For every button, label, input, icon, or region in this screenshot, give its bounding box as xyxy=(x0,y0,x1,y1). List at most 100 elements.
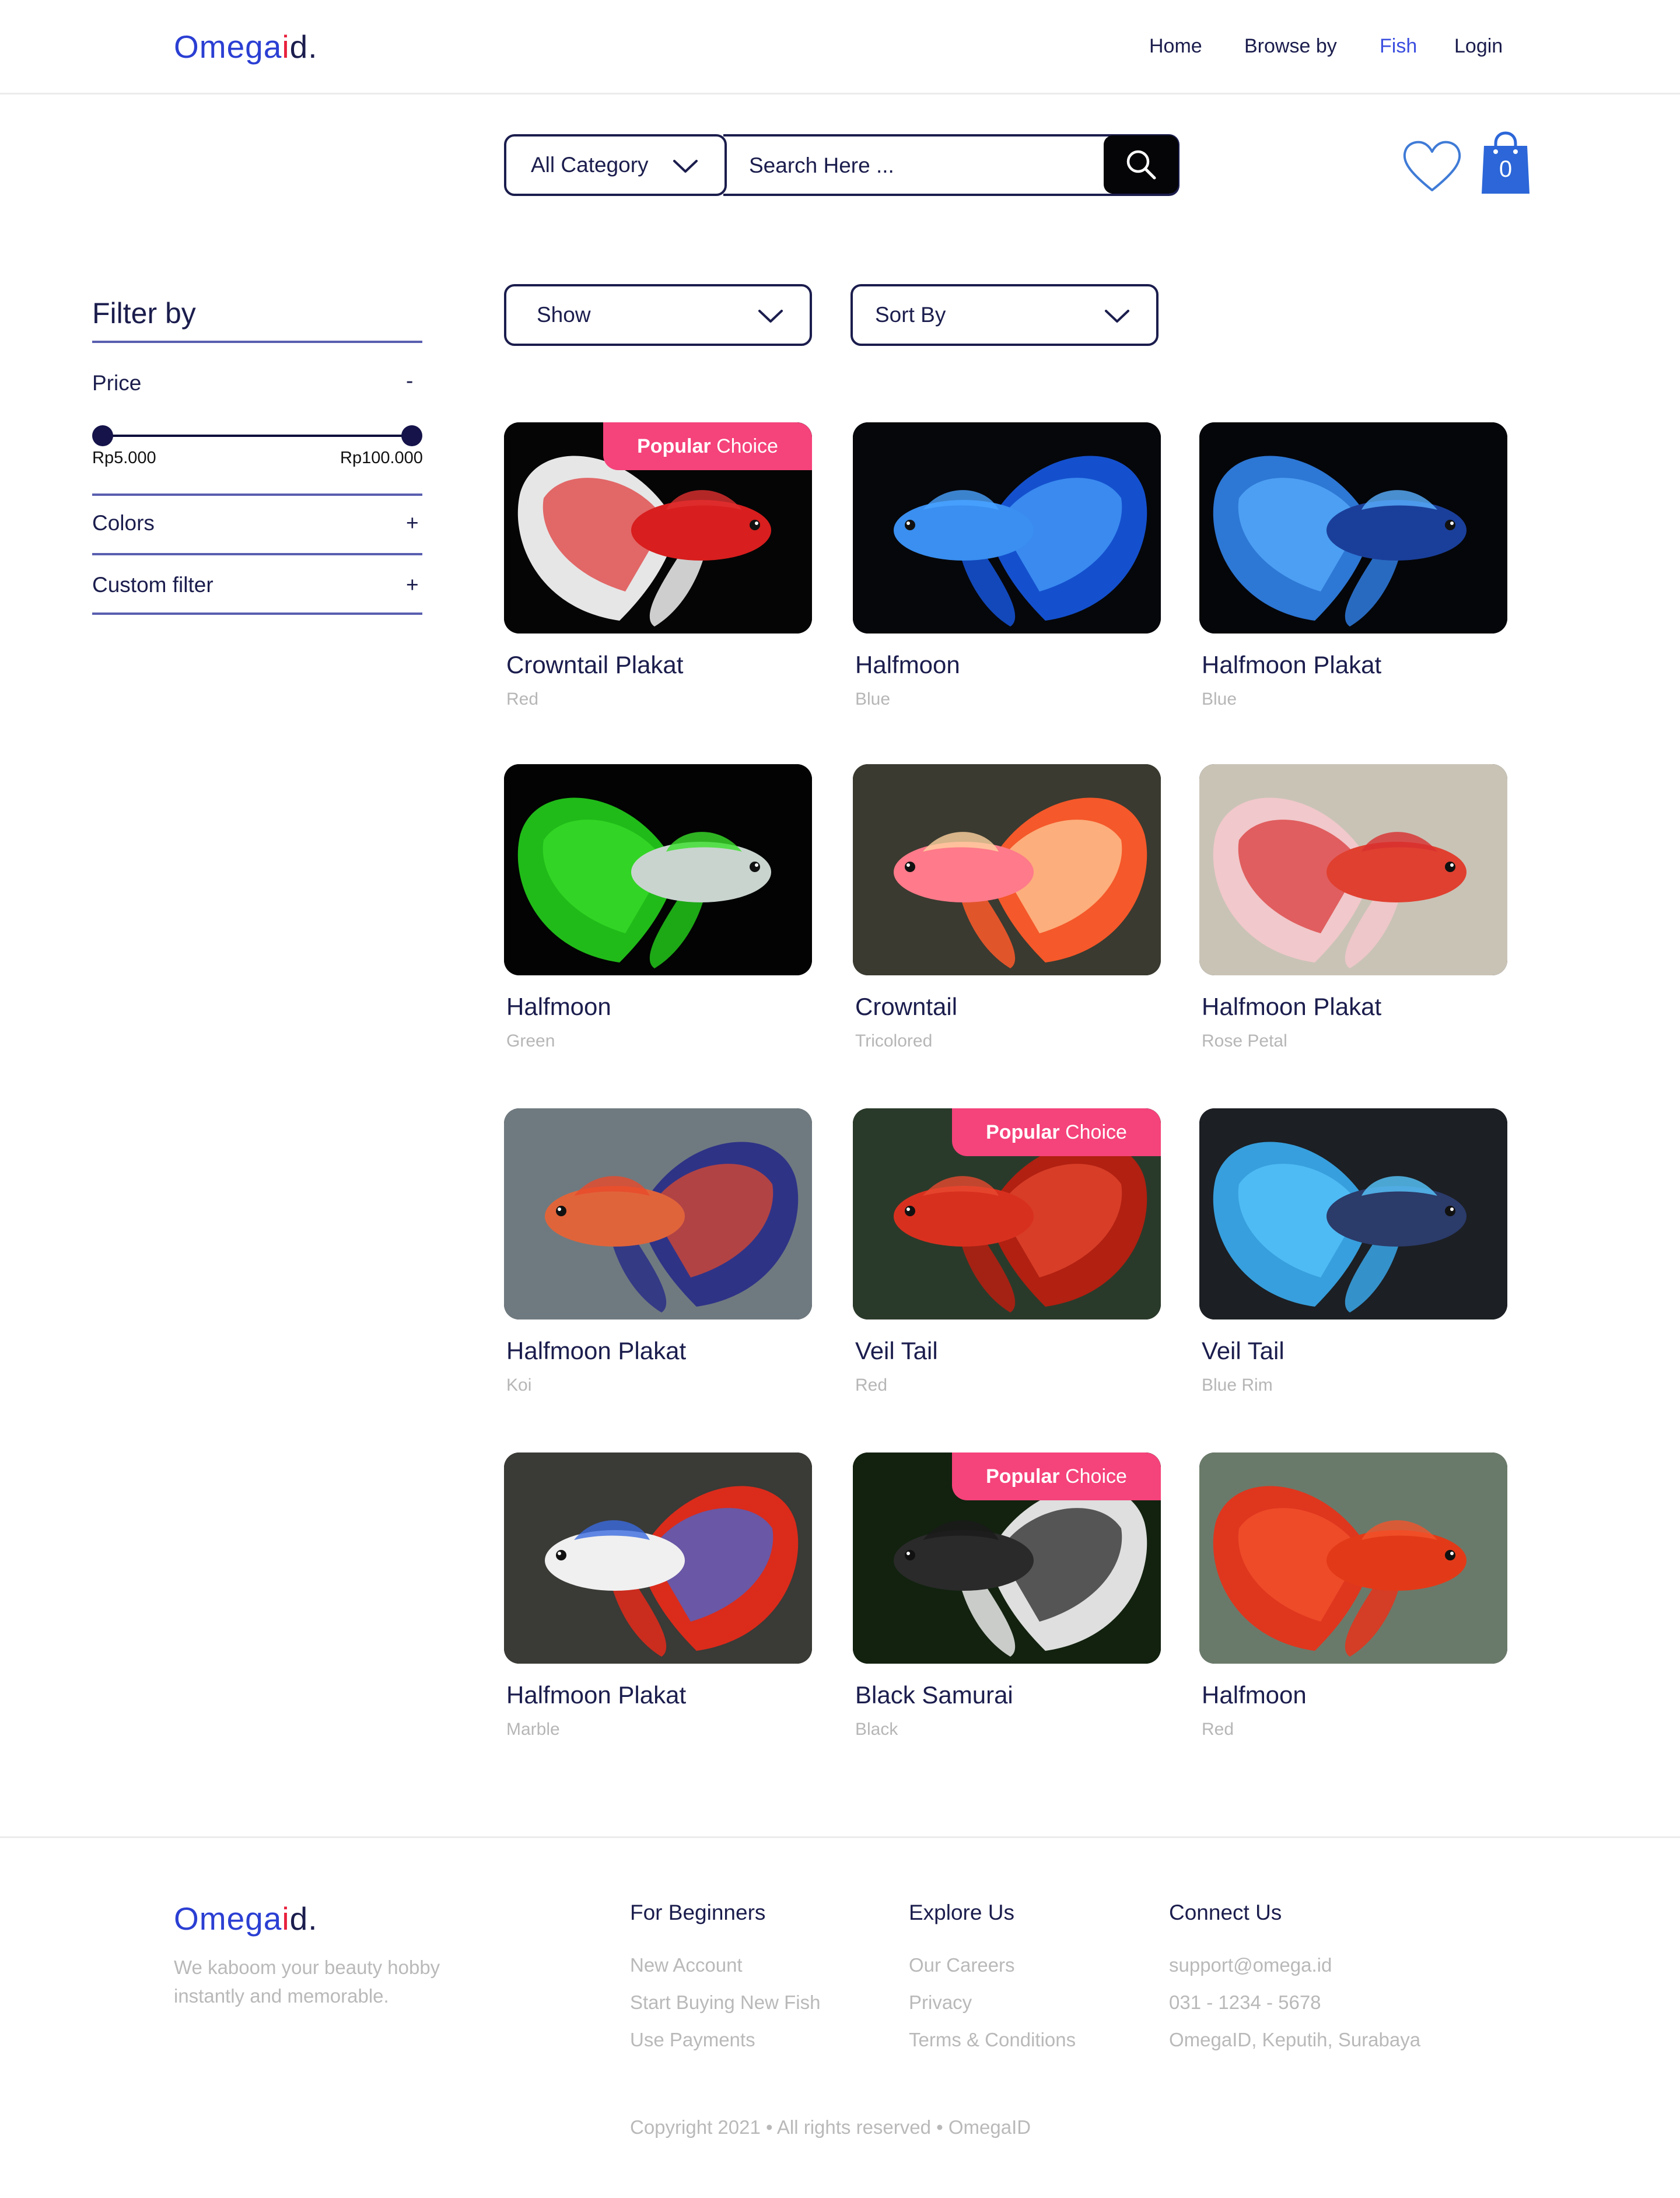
footer-brand-logo[interactable]: Omegaid. xyxy=(174,1900,317,1937)
footer-link-use-payments[interactable]: Use Payments xyxy=(630,2029,755,2051)
product-name[interactable]: Veil Tail xyxy=(855,1337,938,1365)
product-image-frame[interactable]: Popular Choice xyxy=(853,1108,1161,1320)
divider xyxy=(92,341,422,343)
chevron-down-icon xyxy=(758,310,783,323)
colors-filter-label[interactable]: Colors xyxy=(92,511,155,536)
product-name[interactable]: Black Samurai xyxy=(855,1681,1013,1709)
product-card[interactable]: Halfmoon Green xyxy=(504,764,812,1068)
product-card[interactable]: Popular Choice Crowntail Plakat Red xyxy=(504,422,812,726)
footer-email[interactable]: support@omega.id xyxy=(1169,1954,1332,1976)
product-image-frame[interactable] xyxy=(504,764,812,975)
product-name[interactable]: Crowntail xyxy=(855,993,957,1021)
divider xyxy=(92,553,422,555)
product-name[interactable]: Halfmoon xyxy=(506,993,611,1021)
price-filter-label: Price xyxy=(92,371,142,395)
custom-filter-expand-toggle[interactable]: + xyxy=(406,573,419,597)
footer-beginners-title: For Beginners xyxy=(630,1901,766,1924)
show-dropdown[interactable]: Show xyxy=(504,284,812,346)
colors-expand-toggle[interactable]: + xyxy=(406,511,419,536)
product-image xyxy=(1199,764,1507,975)
product-card[interactable]: Halfmoon Plakat Rose Petal xyxy=(1199,764,1507,1068)
product-image xyxy=(504,764,812,975)
divider xyxy=(92,494,422,496)
product-image xyxy=(1199,422,1507,634)
product-name[interactable]: Halfmoon Plakat xyxy=(1202,651,1381,679)
footer-link-terms[interactable]: Terms & Conditions xyxy=(909,2029,1076,2051)
product-variant: Blue xyxy=(1202,690,1237,709)
footer-explore-title: Explore Us xyxy=(909,1901,1014,1924)
nav-login[interactable]: Login xyxy=(1454,35,1503,58)
product-name[interactable]: Halfmoon Plakat xyxy=(506,1681,686,1709)
search-input[interactable] xyxy=(749,150,1099,181)
product-name[interactable]: Halfmoon xyxy=(855,651,960,679)
category-dropdown[interactable]: All Category xyxy=(504,134,727,196)
footer-link-privacy[interactable]: Privacy xyxy=(909,1992,972,2014)
product-image xyxy=(504,1452,812,1664)
product-card[interactable]: Halfmoon Red xyxy=(1199,1452,1507,1756)
product-image xyxy=(853,764,1161,975)
footer-link-new-account[interactable]: New Account xyxy=(630,1954,743,1976)
product-variant: Green xyxy=(506,1031,555,1051)
nav-home[interactable]: Home xyxy=(1149,35,1202,58)
popular-choice-badge: Popular Choice xyxy=(952,1108,1161,1156)
custom-filter-label[interactable]: Custom filter xyxy=(92,573,214,597)
product-name[interactable]: Halfmoon Plakat xyxy=(1202,993,1381,1021)
product-image xyxy=(1199,1108,1507,1320)
product-variant: Rose Petal xyxy=(1202,1031,1287,1051)
chevron-down-icon xyxy=(673,160,698,173)
footer-connect-title: Connect Us xyxy=(1169,1901,1282,1924)
wishlist-heart-icon[interactable] xyxy=(1400,138,1464,196)
brand-logo[interactable]: Omegaid. xyxy=(174,28,317,65)
product-image-frame[interactable] xyxy=(853,422,1161,634)
product-variant: Red xyxy=(1202,1720,1234,1739)
footer-link-start-buying[interactable]: Start Buying New Fish xyxy=(630,1992,820,2014)
cart-button[interactable]: 0 xyxy=(1479,131,1532,196)
product-card[interactable]: Halfmoon Plakat Blue xyxy=(1199,422,1507,726)
top-navbar: Omegaid. Home Browse by Fish Login xyxy=(0,0,1680,94)
product-image-frame[interactable]: Popular Choice xyxy=(504,422,812,634)
cart-count-badge: 0 xyxy=(1499,156,1513,182)
price-range-track[interactable] xyxy=(103,435,412,437)
product-card[interactable]: Halfmoon Plakat Marble xyxy=(504,1452,812,1756)
product-image xyxy=(853,422,1161,634)
popular-choice-badge: Popular Choice xyxy=(952,1452,1161,1500)
product-image-frame[interactable] xyxy=(504,1452,812,1664)
price-max-handle[interactable] xyxy=(401,425,422,446)
footer-link-careers[interactable]: Our Careers xyxy=(909,1954,1015,1976)
sort-by-dropdown[interactable]: Sort By xyxy=(850,284,1158,346)
product-image-frame[interactable]: Popular Choice xyxy=(853,1452,1161,1664)
search-icon xyxy=(1126,150,1156,180)
product-name[interactable]: Halfmoon Plakat xyxy=(506,1337,686,1365)
product-variant: Koi xyxy=(506,1376,532,1395)
product-variant: Red xyxy=(506,690,539,709)
product-variant: Blue xyxy=(855,690,891,709)
search-button[interactable] xyxy=(1104,135,1178,194)
copyright-text: Copyright 2021 • All rights reserved • O… xyxy=(630,2116,1031,2138)
product-card[interactable]: Crowntail Tricolored xyxy=(853,764,1161,1068)
nav-fish[interactable]: Fish xyxy=(1380,35,1417,58)
product-name[interactable]: Crowntail Plakat xyxy=(506,651,683,679)
product-image-frame[interactable] xyxy=(1199,1452,1507,1664)
product-card[interactable]: Halfmoon Plakat Koi xyxy=(504,1108,812,1412)
product-image-frame[interactable] xyxy=(1199,764,1507,975)
price-collapse-toggle[interactable]: - xyxy=(406,369,413,393)
product-card[interactable]: Popular Choice Black Samurai Black xyxy=(853,1452,1161,1756)
product-name[interactable]: Halfmoon xyxy=(1202,1681,1307,1709)
product-image xyxy=(504,1108,812,1320)
product-image-frame[interactable] xyxy=(853,764,1161,975)
product-name[interactable]: Veil Tail xyxy=(1202,1337,1284,1365)
divider xyxy=(92,612,422,615)
footer-phone[interactable]: 031 - 1234 - 5678 xyxy=(1169,1992,1321,2014)
price-min-handle[interactable] xyxy=(92,425,113,446)
product-image-frame[interactable] xyxy=(1199,422,1507,634)
product-image-frame[interactable] xyxy=(504,1108,812,1320)
product-card[interactable]: Halfmoon Blue xyxy=(853,422,1161,726)
popular-choice-badge: Popular Choice xyxy=(603,422,812,470)
product-variant: Tricolored xyxy=(855,1031,933,1051)
product-image-frame[interactable] xyxy=(1199,1108,1507,1320)
product-card[interactable]: Popular Choice Veil Tail Red xyxy=(853,1108,1161,1412)
product-variant: Black xyxy=(855,1720,898,1739)
product-card[interactable]: Veil Tail Blue Rim xyxy=(1199,1108,1507,1412)
nav-browse-by[interactable]: Browse by xyxy=(1244,35,1337,58)
price-max-value: Rp100.000 xyxy=(340,449,423,467)
